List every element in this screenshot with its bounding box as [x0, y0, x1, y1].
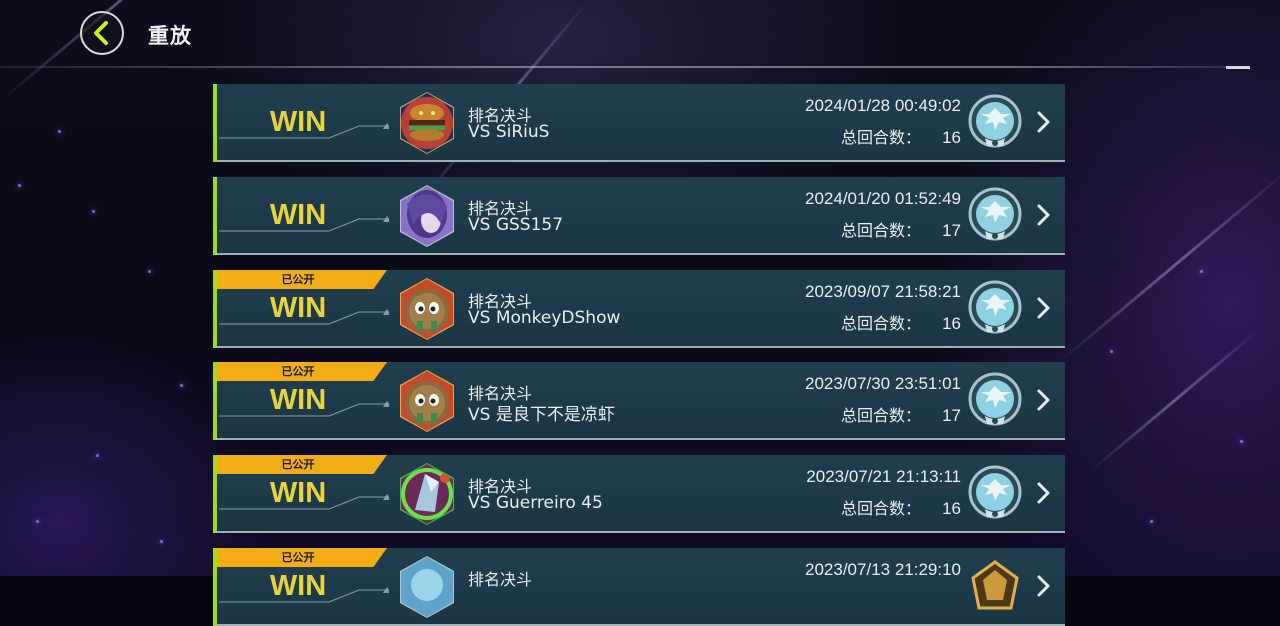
header-bar: 重放 [0, 0, 1280, 70]
opponent-name: VS MonkeyDShow [468, 308, 621, 328]
opponent-name: VS 是良下不是凉虾 [468, 405, 615, 425]
turn-count-label: 总回合数： [840, 221, 921, 240]
bg-star [1150, 520, 1153, 523]
gold-rank-emblem-icon [971, 560, 1019, 610]
chevron-right-icon[interactable] [1033, 481, 1053, 505]
turn-count-label: 总回合数： [840, 499, 921, 518]
public-tag: 已公开 [217, 362, 387, 381]
replay-row[interactable]: 已公开 WIN 排名决斗 VS 是良下不是凉虾 2023/07/30 23:51:01 总… [213, 362, 1065, 440]
duel-datetime: 2023/07/30 23:51:01 [805, 374, 961, 393]
turn-count-label: 总回合数： [840, 406, 921, 425]
result-label: WIN [269, 384, 327, 416]
turn-count-value: 17 [942, 406, 961, 425]
turn-count: 总回合数： 17 [841, 217, 961, 241]
opponent-name: VS SiRiuS [468, 122, 550, 142]
bg-star [18, 184, 21, 187]
chevron-right-icon[interactable] [1033, 574, 1053, 598]
replay-row[interactable]: WIN 排名决斗 VS GSS157 2024/01/20 01:52:49 总回合数：… [213, 177, 1065, 255]
turn-count: 总回合数： 16 [841, 495, 961, 519]
chevron-right-icon[interactable] [1033, 203, 1053, 227]
bg-star [148, 270, 151, 273]
result-label: WIN [269, 477, 327, 509]
bg-star [1200, 270, 1203, 273]
public-tag: 已公开 [217, 548, 387, 567]
result-label: WIN [269, 199, 327, 231]
bg-star [36, 520, 39, 523]
chevron-left-icon [94, 21, 108, 45]
kuriboh-avatar-icon [400, 370, 454, 432]
bg-star [58, 130, 61, 133]
replay-row[interactable]: 已公开 WIN 排名决斗 VS MonkeyDShow 2023/09/07 21:58… [213, 270, 1065, 348]
row-accent-bar [213, 548, 217, 626]
turn-count-value: 16 [942, 499, 961, 518]
rank-emblem-icon [968, 372, 1022, 426]
rank-emblem-icon [968, 280, 1022, 334]
turn-count-value: 17 [942, 221, 961, 240]
blue-avatar-icon [400, 556, 454, 618]
public-tag: 已公开 [217, 270, 387, 289]
opponent-name: VS Guerreiro 45 [468, 493, 603, 513]
chevron-right-icon[interactable] [1033, 296, 1053, 320]
header-tick-mark [1226, 66, 1250, 69]
duel-datetime: 2024/01/28 00:49:02 [805, 96, 961, 115]
back-button[interactable] [80, 11, 124, 55]
row-accent-bar [213, 362, 217, 440]
replay-row[interactable]: 已公开 WIN 排名决斗 2023/07/13 21:29:10 [213, 548, 1065, 626]
turn-count [921, 588, 961, 607]
row-accent-bar [213, 455, 217, 533]
turn-count-value: 16 [942, 314, 961, 333]
bg-star [92, 210, 95, 213]
duel-mode-label: 排名决斗 [468, 570, 533, 589]
crystal-dragon-avatar-icon [400, 463, 454, 525]
opponent-name: VS GSS157 [468, 215, 564, 235]
replay-row[interactable]: WIN 排名决斗 VS SiRiuS 2024/01/28 00:49:02 总回合数：… [213, 84, 1065, 162]
bg-star [96, 454, 99, 457]
result-label: WIN [269, 106, 327, 138]
result-label: WIN [269, 292, 327, 324]
replay-row[interactable]: 已公开 WIN 排名决斗 VS Guerreiro 45 2023/07/21 21:1… [213, 455, 1065, 533]
turn-count-value: 16 [942, 128, 961, 147]
turn-count-label: 总回合数： [840, 314, 921, 333]
kuriboh-avatar-icon [400, 278, 454, 340]
page-title: 重放 [148, 24, 192, 48]
turn-count: 总回合数： 17 [841, 402, 961, 426]
turn-count: 总回合数： 16 [841, 124, 961, 148]
turn-count: 总回合数： 16 [841, 310, 961, 334]
bg-star [180, 384, 183, 387]
row-accent-bar [213, 270, 217, 348]
chevron-right-icon[interactable] [1033, 110, 1053, 134]
public-tag: 已公开 [217, 455, 387, 474]
result-label: WIN [269, 570, 327, 602]
rank-emblem-icon [968, 465, 1022, 519]
duel-datetime: 2024/01/20 01:52:49 [805, 189, 961, 208]
purple-girl-avatar-icon [400, 185, 454, 247]
bg-star [1240, 440, 1243, 443]
turn-count-label: 总回合数： [840, 128, 921, 147]
row-accent-bar [213, 177, 217, 255]
row-accent-bar [213, 84, 217, 162]
chevron-right-icon[interactable] [1033, 388, 1053, 412]
duel-datetime: 2023/07/13 21:29:10 [805, 560, 961, 579]
rank-emblem-icon [968, 187, 1022, 241]
burger-monster-avatar-icon [400, 92, 454, 154]
bg-star [1110, 350, 1113, 353]
rank-emblem-icon [968, 94, 1022, 148]
duel-datetime: 2023/09/07 21:58:21 [805, 282, 961, 301]
bg-star [160, 540, 163, 543]
header-divider [0, 66, 1250, 68]
duel-datetime: 2023/07/21 21:13:11 [806, 467, 961, 486]
